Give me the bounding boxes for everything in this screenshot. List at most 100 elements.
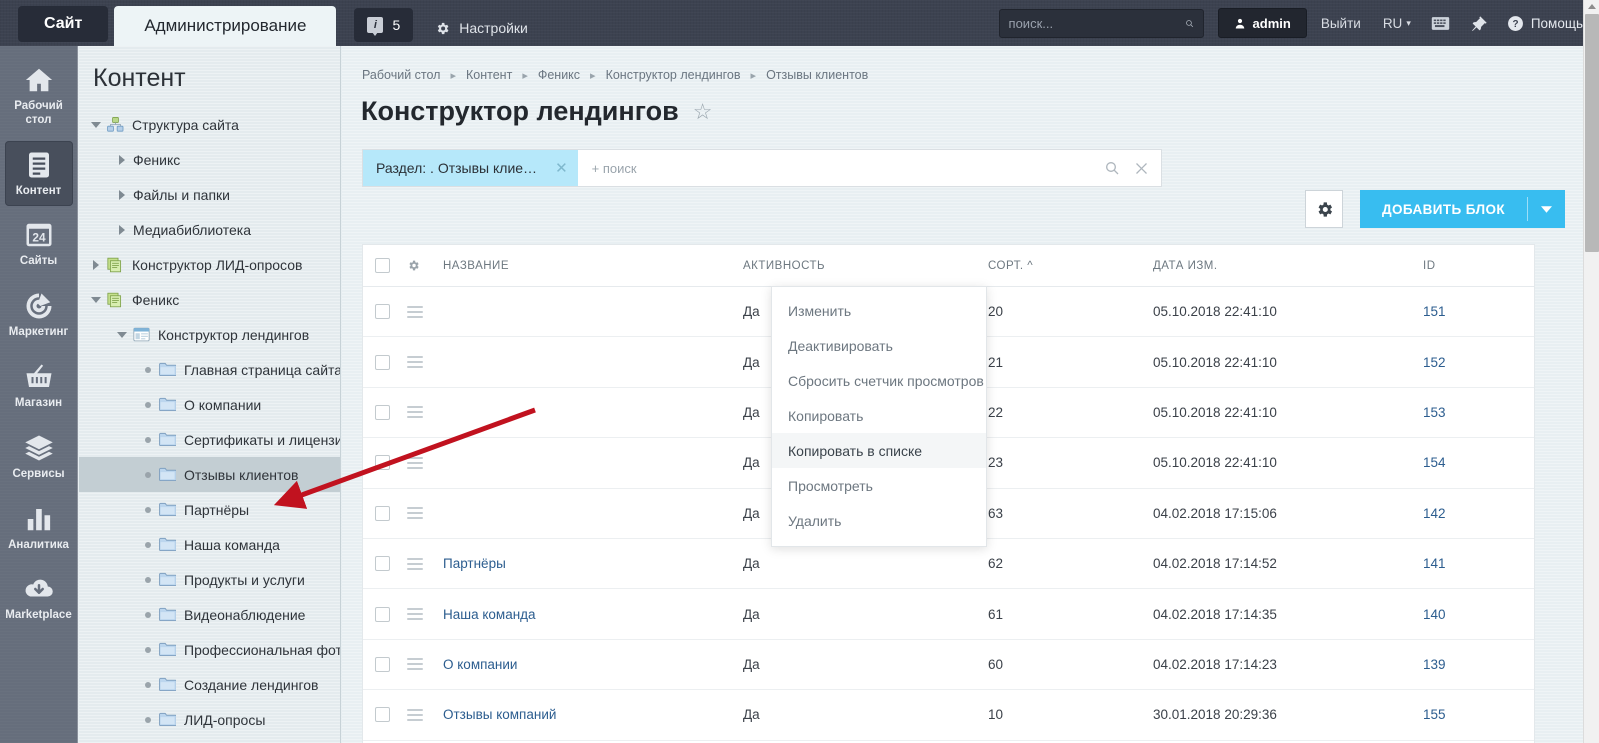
add-block-button[interactable]: ДОБАВИТЬ БЛОК [1360, 190, 1565, 228]
record-id-link[interactable]: 139 [1423, 657, 1446, 672]
rail-item-6[interactable]: Аналитика [5, 495, 73, 561]
rail-item-0[interactable]: Рабочий стол [5, 56, 73, 136]
tree-node-8[interactable]: О компании [79, 387, 340, 422]
search-input[interactable] [1008, 15, 1185, 31]
row-actions-menu-icon[interactable] [407, 557, 423, 570]
row-actions-menu-icon[interactable] [407, 356, 423, 369]
filter-search-button[interactable] [1104, 160, 1120, 176]
pin-button[interactable] [1470, 15, 1487, 32]
table-row[interactable]: Наша команда Да 61 04.02.2018 17:14:35 140 [363, 589, 1534, 640]
row-checkbox[interactable] [375, 556, 390, 572]
select-all-checkbox[interactable] [375, 258, 390, 273]
browser-scrollbar[interactable] [1583, 0, 1599, 743]
breadcrumb-item-3[interactable]: Конструктор лендингов [606, 68, 741, 82]
rail-item-1[interactable]: Контент [4, 140, 73, 207]
tree-node-3[interactable]: Медиабиблиотека [79, 212, 340, 247]
rail-item-7[interactable]: Marketplace [5, 565, 73, 631]
tree-node-5[interactable]: Феникс [79, 282, 340, 317]
column-header-sort[interactable]: СОРТ. ^ [988, 260, 1153, 272]
row-checkbox[interactable] [375, 656, 390, 672]
add-search-link[interactable]: + поиск [592, 161, 637, 176]
tree-node-0[interactable]: Структура сайта [79, 107, 340, 142]
row-actions-menu-icon[interactable] [407, 708, 423, 721]
record-name-link[interactable]: Партнёры [443, 556, 506, 571]
breadcrumb-item-0[interactable]: Рабочий стол [362, 68, 440, 82]
tree-node-2[interactable]: Файлы и папки [79, 177, 340, 212]
record-name-link[interactable]: Отзывы компаний [443, 707, 556, 722]
tree-node-15[interactable]: Профессиональная фото и [79, 632, 340, 667]
record-id-link[interactable]: 152 [1423, 355, 1446, 370]
global-search[interactable] [998, 8, 1204, 38]
record-name-link[interactable]: О компании [443, 657, 517, 672]
filter-chip-section[interactable]: Раздел: . Отзывы клие… ✕ [363, 150, 578, 186]
row-actions-menu-icon[interactable] [407, 608, 423, 621]
context-menu-item-1[interactable]: Деактивировать [772, 328, 986, 363]
gear-icon[interactable] [407, 259, 420, 272]
rail-item-4[interactable]: Магазин [5, 353, 73, 419]
keyboard-button[interactable] [1431, 16, 1450, 31]
context-menu-item-0[interactable]: Изменить [772, 293, 986, 328]
logout-link[interactable]: Выйти [1321, 16, 1361, 31]
breadcrumb-item-4[interactable]: Отзывы клиентов [766, 68, 868, 82]
column-header-name[interactable]: НАЗВАНИЕ [443, 260, 743, 272]
tree-node-16[interactable]: Создание лендингов [79, 667, 340, 702]
tree-node-4[interactable]: Конструктор ЛИД-опросов [79, 247, 340, 282]
tab-administration[interactable]: Администрирование [114, 6, 337, 46]
row-checkbox[interactable] [375, 606, 390, 622]
row-actions-menu-icon[interactable] [407, 456, 423, 469]
filter-clear-button[interactable] [1134, 161, 1149, 176]
record-id-link[interactable]: 140 [1423, 607, 1446, 622]
breadcrumb-item-1[interactable]: Контент [466, 68, 512, 82]
expand-toggle-icon[interactable] [111, 331, 133, 338]
breadcrumb-item-2[interactable]: Феникс [538, 68, 580, 82]
rail-item-5[interactable]: Сервисы [5, 424, 73, 490]
row-actions-menu-icon[interactable] [407, 305, 423, 318]
record-id-link[interactable]: 155 [1423, 707, 1446, 722]
expand-toggle-icon[interactable] [111, 224, 133, 235]
record-id-link[interactable]: 154 [1423, 455, 1446, 470]
table-row[interactable]: О компании Да 60 04.02.2018 17:14:23 139 [363, 640, 1534, 691]
add-block-dropdown[interactable] [1528, 205, 1565, 213]
row-checkbox[interactable] [375, 505, 390, 521]
expand-toggle-icon[interactable] [111, 154, 133, 165]
notifications-button[interactable]: i 5 [354, 8, 414, 42]
column-header-active[interactable]: АКТИВНОСТЬ [743, 260, 988, 272]
expand-toggle-icon[interactable] [85, 259, 107, 270]
column-header-id[interactable]: ID [1423, 260, 1513, 272]
table-settings-button[interactable] [1305, 190, 1343, 228]
row-actions-menu-icon[interactable] [407, 507, 423, 520]
row-actions-menu-icon[interactable] [407, 406, 423, 419]
tree-node-11[interactable]: Партнёры [79, 492, 340, 527]
help-button[interactable]: ? Помощь [1507, 15, 1583, 32]
row-checkbox[interactable] [375, 354, 390, 370]
tab-site[interactable]: Сайт [18, 6, 109, 42]
record-id-link[interactable]: 141 [1423, 556, 1446, 571]
table-row[interactable]: Отзывы компаний Да 10 30.01.2018 20:29:36 15… [363, 690, 1534, 741]
row-checkbox[interactable] [375, 304, 390, 320]
record-id-link[interactable]: 151 [1423, 304, 1446, 319]
favorite-star-icon[interactable]: ☆ [693, 100, 713, 123]
language-selector[interactable]: RU ▾ [1383, 16, 1411, 31]
rail-item-3[interactable]: Маркетинг [5, 282, 73, 348]
scroll-up-arrow-icon[interactable] [1588, 4, 1596, 9]
close-icon[interactable]: ✕ [555, 159, 568, 177]
row-checkbox[interactable] [375, 404, 390, 420]
record-id-link[interactable]: 153 [1423, 405, 1446, 420]
context-menu-item-3[interactable]: Копировать [772, 398, 986, 433]
column-header-date[interactable]: ДАТА ИЗМ. [1153, 260, 1423, 272]
rail-item-2[interactable]: 24 Сайты [5, 211, 73, 277]
context-menu-item-4[interactable]: Копировать в списке [772, 433, 986, 468]
scrollbar-thumb[interactable] [1585, 14, 1599, 252]
expand-toggle-icon[interactable] [111, 189, 133, 200]
tree-node-6[interactable]: Конструктор лендингов [79, 317, 340, 352]
user-menu-button[interactable]: admin [1217, 8, 1307, 38]
tree-node-12[interactable]: Наша команда [79, 527, 340, 562]
row-checkbox[interactable] [375, 707, 390, 723]
tree-node-14[interactable]: Видеонаблюдение [79, 597, 340, 632]
settings-button[interactable]: Настройки [435, 20, 528, 36]
context-menu-item-6[interactable]: Удалить [772, 503, 986, 538]
context-menu-item-2[interactable]: Сбросить счетчик просмотров [772, 363, 986, 398]
tree-node-1[interactable]: Феникс [79, 142, 340, 177]
context-menu-item-5[interactable]: Просмотреть [772, 468, 986, 503]
expand-toggle-icon[interactable] [85, 296, 107, 303]
